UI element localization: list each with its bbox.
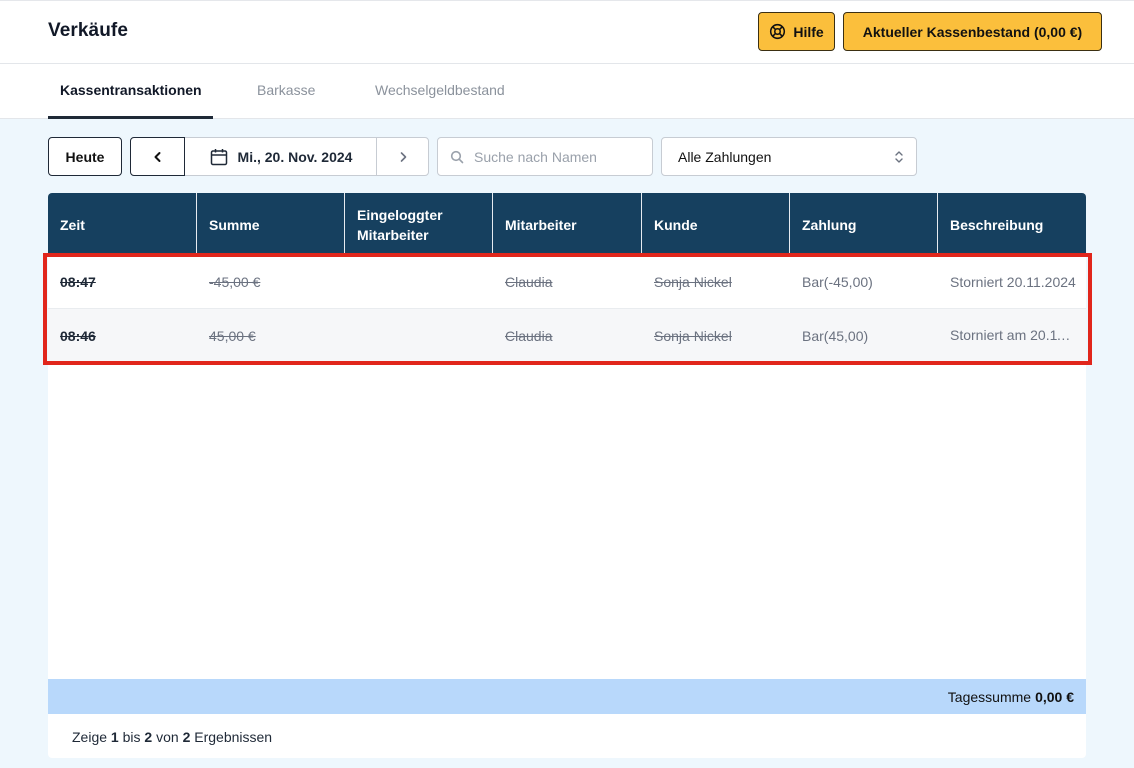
- daily-total-value: 0,00 €: [1035, 688, 1074, 705]
- date-display[interactable]: Mi., 20. Nov. 2024: [185, 138, 377, 175]
- tab-barkasse[interactable]: Barkasse: [257, 82, 315, 98]
- help-button-label: Hilfe: [793, 23, 824, 40]
- page-title: Verkäufe: [48, 20, 129, 41]
- column-header-summe[interactable]: Summe: [197, 193, 345, 256]
- payment-filter-value: Alle Zahlungen: [678, 148, 772, 165]
- column-header-zeit[interactable]: Zeit: [48, 193, 197, 256]
- cell-time: 08:47: [60, 274, 96, 290]
- column-header-beschreibung[interactable]: Beschreibung: [938, 193, 1086, 256]
- cell-employee: Claudia: [505, 274, 553, 290]
- filter-bar: Heute Mi., 20. Nov. 2024 Alle Zahlungen: [0, 137, 1134, 177]
- cell-payment: Bar(-45,00): [802, 274, 873, 290]
- today-button[interactable]: Heute: [48, 137, 122, 176]
- daily-total-label: Tagessumme: [947, 688, 1032, 705]
- table-row[interactable]: 08:46 45,00 € Claudia Sonja Nickel Bar(4…: [48, 309, 1086, 362]
- active-tab-indicator: [48, 116, 213, 119]
- cell-employee: Claudia: [505, 327, 553, 344]
- date-picker: Mi., 20. Nov. 2024: [130, 137, 429, 176]
- tab-wechselgeldbestand[interactable]: Wechselgeldbestand: [375, 82, 505, 98]
- cell-amount: -45,00 €: [209, 274, 261, 290]
- lifebuoy-icon: [770, 23, 786, 40]
- pagination-to-word: bis: [122, 729, 141, 745]
- tab-bar: Kassentransaktionen Barkasse Wechselgeld…: [0, 64, 1134, 119]
- cell-payment: Bar(45,00): [802, 327, 869, 344]
- tab-kassentransaktionen[interactable]: Kassentransaktionen: [60, 82, 202, 98]
- daily-total-bar: Tagessumme 0,00 €: [48, 679, 1086, 714]
- pagination-from: 1: [110, 729, 119, 745]
- pagination-total: 2: [182, 729, 191, 745]
- cell-customer: Sonja Nickel: [654, 274, 732, 290]
- column-header-zahlung[interactable]: Zahlung: [790, 193, 938, 256]
- calendar-icon: [210, 148, 227, 165]
- date-label: Mi., 20. Nov. 2024: [237, 148, 353, 165]
- cell-customer: Sonja Nickel: [654, 327, 732, 344]
- cell-description: Storniert 20.11.2024: [950, 273, 1076, 290]
- pagination-suffix: Ergebnissen: [194, 729, 273, 745]
- next-day-button[interactable]: [377, 138, 428, 175]
- table-header: Zeit Summe Eingeloggter Mitarbeiter Mita…: [48, 193, 1086, 256]
- search-icon: [450, 150, 464, 163]
- payment-filter-select[interactable]: Alle Zahlungen: [661, 137, 917, 176]
- search-input[interactable]: [474, 148, 644, 165]
- pagination-of-word: von: [156, 729, 179, 745]
- cash-balance-label: Aktueller Kassenbestand (0,00 €): [862, 23, 1083, 40]
- search-field[interactable]: [437, 137, 653, 176]
- help-button[interactable]: Hilfe: [758, 12, 835, 51]
- pagination-to: 2: [144, 729, 153, 745]
- pagination-info: Zeige 1 bis 2 von 2 Ergebnissen: [72, 729, 272, 745]
- column-header-eingeloggter-mitarbeiter[interactable]: Eingeloggter Mitarbeiter: [345, 193, 493, 256]
- cash-balance-button[interactable]: Aktueller Kassenbestand (0,00 €): [843, 12, 1102, 51]
- table-row[interactable]: 08:47 -45,00 € Claudia Sonja Nickel Bar(…: [48, 256, 1086, 309]
- transactions-table: Zeit Summe Eingeloggter Mitarbeiter Mita…: [48, 193, 1086, 758]
- cell-description: Storniert am 20.11.2024: [950, 327, 1086, 343]
- cell-time: 08:46: [60, 327, 96, 344]
- chevron-left-icon: [154, 151, 160, 162]
- column-header-kunde[interactable]: Kunde: [642, 193, 790, 256]
- column-header-mitarbeiter[interactable]: Mitarbeiter: [493, 193, 642, 256]
- select-arrows-icon: [895, 151, 903, 163]
- chevron-right-icon: [400, 151, 406, 162]
- top-bar: Verkäufe Hilfe Aktueller Kassenbestand (…: [0, 0, 1134, 64]
- previous-day-button[interactable]: [130, 137, 185, 176]
- pagination-prefix: Zeige: [72, 729, 108, 745]
- cell-amount: 45,00 €: [209, 327, 256, 344]
